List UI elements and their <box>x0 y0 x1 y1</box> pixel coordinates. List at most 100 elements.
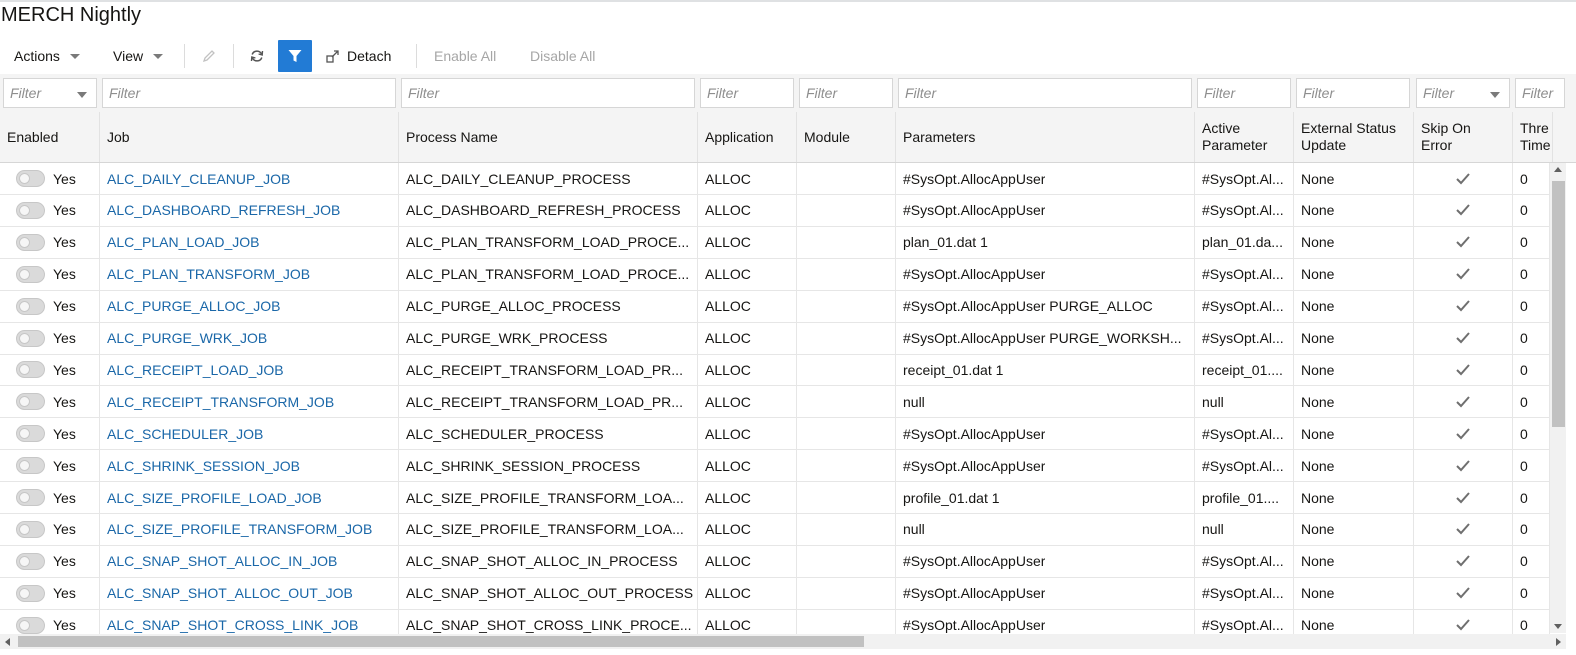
edit-button[interactable] <box>192 40 226 72</box>
cell-process-name-text: ALC_DAILY_CLEANUP_PROCESS <box>406 170 631 187</box>
enabled-toggle[interactable] <box>16 584 45 602</box>
table-row[interactable]: Yes ALC_RECEIPT_LOAD_JOB ALC_RECEIPT_TRANS… <box>0 354 1550 387</box>
enabled-toggle[interactable] <box>16 616 45 634</box>
header-external-status-update[interactable]: External Status Update <box>1294 112 1414 162</box>
table-row[interactable]: Yes ALC_DASHBOARD_REFRESH_JOB ALC_DASHBOAR… <box>0 194 1550 227</box>
enabled-toggle[interactable] <box>16 457 45 475</box>
cell-job-text[interactable]: ALC_PURGE_WRK_JOB <box>107 330 267 346</box>
cell-parameters-text: plan_01.dat 1 <box>903 234 988 251</box>
table-row[interactable]: Yes ALC_PURGE_ALLOC_JOB ALC_PURGE_ALLOC_PR… <box>0 290 1550 323</box>
filter-application[interactable]: Filter <box>700 78 794 108</box>
table-row[interactable]: Yes ALC_RECEIPT_TRANSFORM_JOB ALC_RECEIPT_… <box>0 386 1550 419</box>
enabled-toggle[interactable] <box>16 520 45 538</box>
scroll-down-icon[interactable] <box>1554 624 1562 629</box>
cell-job-text[interactable]: ALC_RECEIPT_LOAD_JOB <box>107 362 284 378</box>
scroll-right-icon[interactable] <box>1556 638 1561 646</box>
enabled-toggle[interactable] <box>16 170 45 187</box>
cell-job-text[interactable]: ALC_SCHEDULER_JOB <box>107 426 263 442</box>
enabled-toggle[interactable] <box>16 297 45 315</box>
cell-process-name: ALC_RECEIPT_TRANSFORM_LOAD_PR... <box>399 386 698 418</box>
filter-toggle-button[interactable] <box>278 40 312 72</box>
scrollbar-thumb[interactable] <box>1552 181 1565 427</box>
cell-job-text[interactable]: ALC_SIZE_PROFILE_TRANSFORM_JOB <box>107 521 372 537</box>
cell-job-text[interactable]: ALC_DAILY_CLEANUP_JOB <box>107 171 290 187</box>
cell-job-text[interactable]: ALC_SNAP_SHOT_ALLOC_OUT_JOB <box>107 585 353 601</box>
enabled-toggle[interactable] <box>16 425 45 443</box>
cell-threshold: 0 <box>1513 290 1550 322</box>
skip-on-error-value <box>1421 299 1512 313</box>
detach-button[interactable]: Detach <box>325 40 391 72</box>
enabled-toggle[interactable] <box>16 329 45 347</box>
actions-menu-button[interactable]: Actions <box>14 40 80 72</box>
table-row[interactable]: Yes ALC_PURGE_WRK_JOB ALC_PURGE_WRK_PROCES… <box>0 322 1550 355</box>
table-row[interactable]: Yes ALC_SNAP_SHOT_ALLOC_IN_JOB ALC_SNAP_SH… <box>0 545 1550 578</box>
filter-placeholder: Filter <box>707 85 739 101</box>
scrollbar-thumb[interactable] <box>18 636 864 647</box>
disable-all-button[interactable]: Disable All <box>530 40 595 72</box>
table-row[interactable]: Yes ALC_SIZE_PROFILE_LOAD_JOB ALC_SIZE_PRO… <box>0 482 1550 514</box>
enabled-toggle[interactable] <box>16 393 45 411</box>
table-row[interactable]: Yes ALC_SNAP_SHOT_ALLOC_OUT_JOB ALC_SNAP_S… <box>0 577 1550 610</box>
cell-job-text[interactable]: ALC_DASHBOARD_REFRESH_JOB <box>107 202 340 218</box>
table-row[interactable]: Yes ALC_DAILY_CLEANUP_JOB ALC_DAILY_CLEANU… <box>0 163 1550 195</box>
header-job[interactable]: Job <box>100 112 399 162</box>
vertical-scrollbar[interactable] <box>1550 163 1566 633</box>
enabled-toggle[interactable] <box>16 489 45 506</box>
header-application[interactable]: Application <box>698 112 797 162</box>
refresh-button[interactable] <box>240 40 274 72</box>
header-process-name[interactable]: Process Name <box>399 112 698 162</box>
header-threshold-time[interactable]: Thre Time <box>1513 112 1553 162</box>
filter-external-status[interactable]: Filter <box>1296 78 1410 108</box>
table-row[interactable]: Yes ALC_SHRINK_SESSION_JOB ALC_SHRINK_SESS… <box>0 450 1550 483</box>
cell-process-name-text: ALC_SIZE_PROFILE_TRANSFORM_LOA... <box>406 489 684 506</box>
cell-job: ALC_SHRINK_SESSION_JOB <box>100 450 399 482</box>
cell-threshold-text: 0 <box>1520 585 1528 602</box>
header-module[interactable]: Module <box>797 112 896 162</box>
enabled-toggle[interactable] <box>16 265 45 283</box>
enabled-toggle[interactable] <box>16 233 45 251</box>
cell-process-name: ALC_DASHBOARD_REFRESH_PROCESS <box>399 194 698 226</box>
header-enabled[interactable]: Enabled <box>0 112 100 162</box>
cell-job-text[interactable]: ALC_PLAN_TRANSFORM_JOB <box>107 266 310 282</box>
cell-job-text[interactable]: ALC_SIZE_PROFILE_LOAD_JOB <box>107 490 322 506</box>
filter-enabled[interactable]: Filter <box>3 78 97 108</box>
filter-threshold[interactable]: Filter <box>1515 78 1565 108</box>
cell-job-text[interactable]: ALC_SHRINK_SESSION_JOB <box>107 458 300 474</box>
header-label: Active Parameter <box>1202 120 1267 154</box>
scroll-up-icon[interactable] <box>1554 167 1562 172</box>
filter-module[interactable]: Filter <box>799 78 893 108</box>
enable-all-button[interactable]: Enable All <box>434 40 496 72</box>
cell-application: ALLOC <box>698 322 797 354</box>
filter-active-parameter[interactable]: Filter <box>1197 78 1291 108</box>
filter-process-name[interactable]: Filter <box>401 78 695 108</box>
cell-external-status: None <box>1294 226 1414 258</box>
cell-threshold: 0 <box>1513 513 1550 545</box>
scroll-left-icon[interactable] <box>5 638 10 646</box>
table-row[interactable]: Yes ALC_SIZE_PROFILE_TRANSFORM_JOB ALC_SIZ… <box>0 513 1550 546</box>
cell-process-name-text: ALC_PURGE_ALLOC_PROCESS <box>406 298 621 315</box>
cell-job: ALC_DAILY_CLEANUP_JOB <box>100 163 399 194</box>
cell-module <box>797 322 896 354</box>
filter-job[interactable]: Filter <box>102 78 396 108</box>
view-menu-button[interactable]: View <box>113 40 164 72</box>
cell-external-status: None <box>1294 194 1414 226</box>
cell-job-text[interactable]: ALC_PLAN_LOAD_JOB <box>107 234 260 250</box>
header-skip-on-error[interactable]: Skip On Error <box>1414 112 1513 162</box>
enabled-toggle[interactable] <box>16 552 45 570</box>
cell-job-text[interactable]: ALC_SNAP_SHOT_ALLOC_IN_JOB <box>107 553 337 569</box>
horizontal-scrollbar[interactable] <box>0 634 1566 649</box>
enabled-toggle[interactable] <box>16 201 45 219</box>
filter-parameters[interactable]: Filter <box>898 78 1192 108</box>
enabled-toggle[interactable] <box>16 361 45 379</box>
cell-application-text: ALLOC <box>705 298 751 315</box>
cell-threshold: 0 <box>1513 577 1550 609</box>
cell-job-text[interactable]: ALC_PURGE_ALLOC_JOB <box>107 298 281 314</box>
header-active-parameter[interactable]: Active Parameter <box>1195 112 1294 162</box>
cell-job-text[interactable]: ALC_SNAP_SHOT_CROSS_LINK_JOB <box>107 617 358 633</box>
table-row[interactable]: Yes ALC_PLAN_TRANSFORM_JOB ALC_PLAN_TRANSF… <box>0 258 1550 291</box>
table-row[interactable]: Yes ALC_SCHEDULER_JOB ALC_SCHEDULER_PROCES… <box>0 418 1550 451</box>
header-parameters[interactable]: Parameters <box>896 112 1195 162</box>
table-row[interactable]: Yes ALC_PLAN_LOAD_JOB ALC_PLAN_TRANSFORM_L… <box>0 226 1550 259</box>
cell-job-text[interactable]: ALC_RECEIPT_TRANSFORM_JOB <box>107 394 334 410</box>
filter-skip-on-error[interactable]: Filter <box>1416 78 1510 108</box>
